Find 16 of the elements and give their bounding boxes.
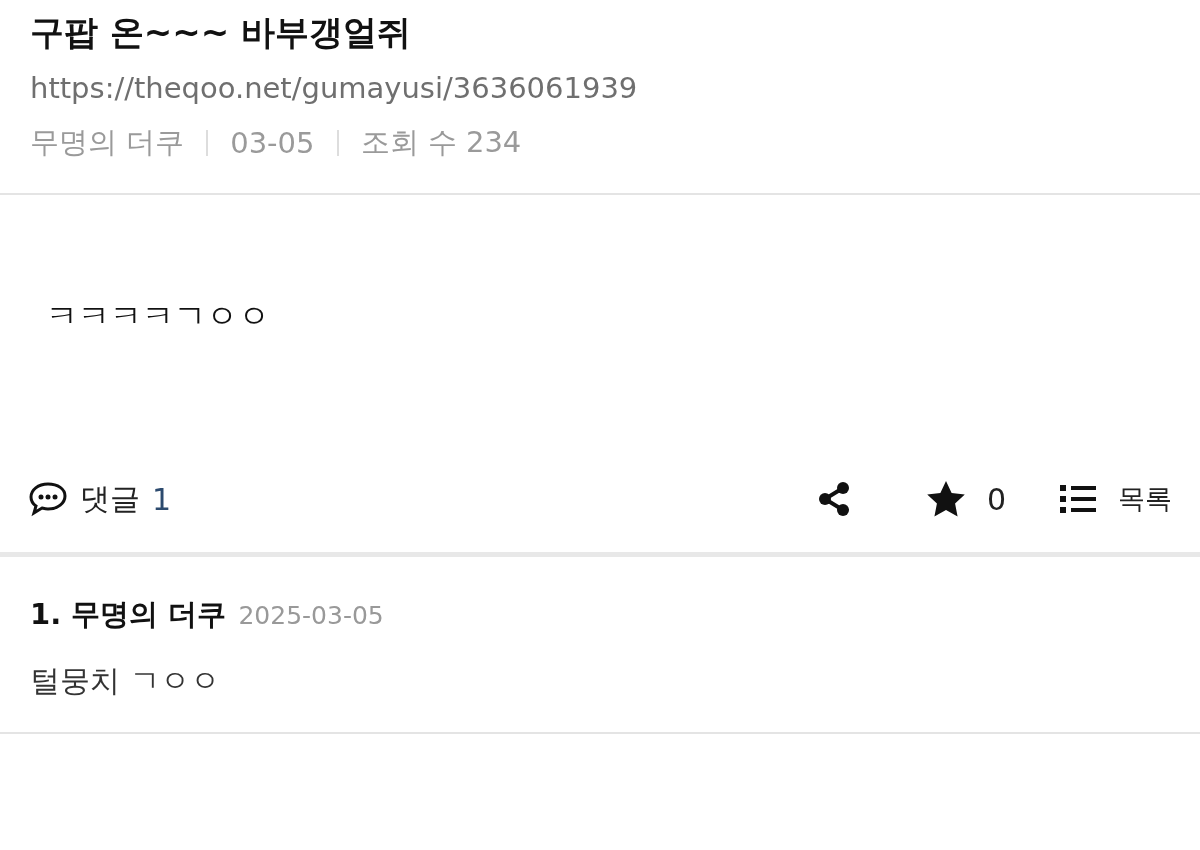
share-icon[interactable] xyxy=(816,481,851,518)
star-button[interactable]: 0 xyxy=(926,481,1006,518)
list-icon xyxy=(1060,484,1096,515)
post-body: ㅋㅋㅋㅋㄱㅇㅇ xyxy=(46,296,270,335)
post-meta: 무명의 더쿠 xyxy=(30,123,185,161)
post-meta: 03-05 xyxy=(230,125,315,160)
star-icon xyxy=(926,481,965,518)
post-meta: 조회 수 234 xyxy=(360,123,522,161)
list-button[interactable]: 목록 xyxy=(1060,481,1172,518)
speech-bubble-icon xyxy=(28,481,68,518)
post-title: 구팝 온~~~ 바부갱얼쥐 xyxy=(30,12,413,53)
comments-link[interactable]: 댓글 1 xyxy=(28,478,172,520)
post-url: https://theqoo.net/gumayusi/3636061939 xyxy=(30,70,639,105)
comment-text: 털뭉치 ㄱㅇㅇ xyxy=(30,661,221,700)
comment-author: 1. 무명의 더쿠 xyxy=(30,595,227,633)
comment-date: 2025-03-05 xyxy=(238,600,384,630)
